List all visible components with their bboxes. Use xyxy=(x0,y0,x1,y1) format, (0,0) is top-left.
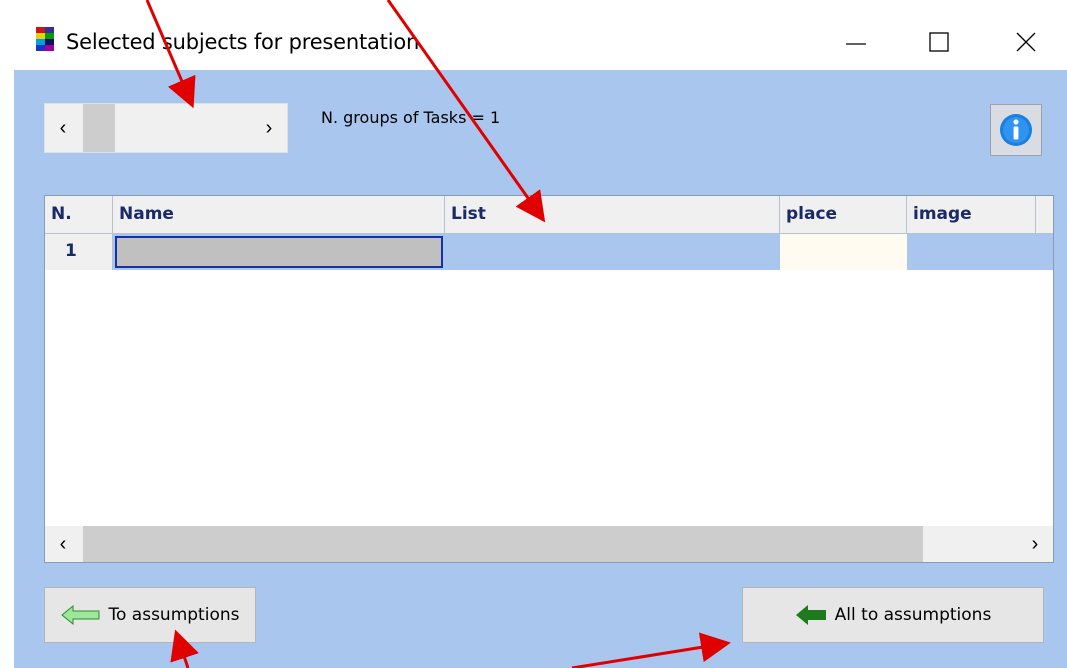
close-icon xyxy=(1016,32,1036,52)
info-button[interactable] xyxy=(990,104,1042,156)
all-to-assumptions-label: All to assumptions xyxy=(834,605,992,625)
table-row[interactable]: 1 xyxy=(45,234,1053,270)
col-header-n[interactable]: N. xyxy=(45,196,113,233)
arrow-left-light-icon xyxy=(60,605,99,625)
arrow-left-dark-icon xyxy=(795,605,826,625)
close-button[interactable] xyxy=(996,22,1056,62)
minimize-icon xyxy=(846,43,866,45)
minimize-button[interactable] xyxy=(826,22,886,62)
app-logo-icon xyxy=(36,27,54,51)
to-assumptions-label: To assumptions xyxy=(108,605,240,625)
place-cell[interactable] xyxy=(780,234,907,270)
image-cell[interactable] xyxy=(907,234,1053,270)
horizontal-scroll-thumb[interactable] xyxy=(83,526,923,562)
maximize-button[interactable] xyxy=(909,22,969,62)
nav-next-button[interactable]: › xyxy=(251,104,287,152)
grid-horizontal-scrollbar[interactable]: ‹ › xyxy=(45,526,1053,562)
all-to-assumptions-button[interactable]: All to assumptions xyxy=(742,587,1044,643)
grid-header: N. Name List place image xyxy=(45,196,1053,234)
nav-scroll-thumb[interactable] xyxy=(83,104,115,152)
nav-prev-button[interactable]: ‹ xyxy=(45,104,81,152)
info-icon xyxy=(1000,114,1032,146)
subjects-grid: N. Name List place image 1 ‹ › xyxy=(44,195,1054,563)
scroll-left-button[interactable]: ‹ xyxy=(45,526,81,562)
scroll-right-button[interactable]: › xyxy=(1017,526,1053,562)
col-header-name[interactable]: Name xyxy=(113,196,445,233)
col-header-list[interactable]: List xyxy=(445,196,780,233)
col-header-image[interactable]: image xyxy=(907,196,1036,233)
row-number-cell[interactable]: 1 xyxy=(45,234,113,270)
title-bar: Selected subjects for presentation xyxy=(14,0,1067,70)
groups-count-label: N. groups of Tasks = 1 xyxy=(321,108,501,127)
to-assumptions-button[interactable]: To assumptions xyxy=(44,587,256,643)
dialog-window: Selected subjects for presentation ‹ › N… xyxy=(14,0,1067,668)
maximize-icon xyxy=(929,32,949,52)
window-title: Selected subjects for presentation xyxy=(66,30,420,54)
col-header-place[interactable]: place xyxy=(780,196,907,233)
list-cell[interactable] xyxy=(445,234,780,270)
name-cell[interactable] xyxy=(115,236,443,268)
group-navigator-scrollbar[interactable]: ‹ › xyxy=(44,103,288,153)
